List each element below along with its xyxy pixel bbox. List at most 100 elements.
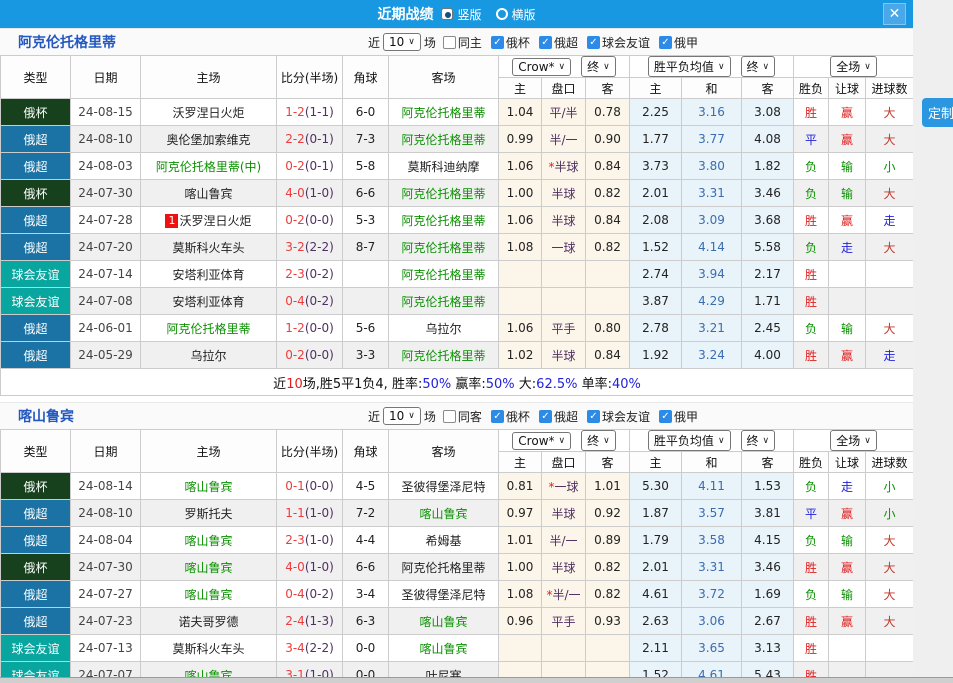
handicap-line	[542, 635, 586, 662]
radio-horizontal-layout[interactable]: 横版	[496, 6, 536, 23]
handicap-home-odds: 1.00	[499, 180, 542, 207]
score: 4-0(1-0)	[277, 554, 343, 581]
chevron-down-icon: ∨	[718, 436, 725, 446]
match-row: 俄超24-07-23诺夫哥罗德2-4(1-3)6-3喀山鲁宾0.96平手0.93…	[1, 608, 914, 635]
avg-draw-odds: 3.31	[682, 554, 742, 581]
away-team-name: 叶尼塞	[425, 669, 461, 678]
league-checkbox-0[interactable]: ✓俄杯	[491, 34, 530, 51]
score: 3-4(2-2)	[277, 635, 343, 662]
same-venue-checkbox[interactable]: 同客	[443, 408, 482, 425]
avg-final-select[interactable]: 终∨	[741, 56, 776, 77]
avg-final-select[interactable]: 终∨	[741, 430, 776, 451]
chevron-down-icon: ∨	[408, 37, 415, 47]
radio-vertical-label: 竖版	[457, 6, 481, 23]
result-goals	[866, 288, 913, 315]
halftime-score: (1-0)	[305, 186, 334, 200]
avg-away-odds: 4.00	[742, 342, 794, 369]
customize-button[interactable]: 定制	[922, 98, 953, 127]
avg-odds-select-value: 胜平负均值	[654, 58, 714, 75]
team-section-0: 阿克伦托格里蒂近10∨场同主✓俄杯✓俄超✓球会友谊✓俄甲类型日期主场比分(半场)…	[0, 28, 913, 396]
league-checkbox-label: 俄甲	[674, 408, 698, 425]
match-row: 俄超24-07-27喀山鲁宾0-4(0-2)3-4圣彼得堡泽尼特1.08*半/一…	[1, 581, 914, 608]
league-checkbox-3[interactable]: ✓俄甲	[659, 34, 698, 51]
corner-score	[343, 288, 389, 315]
league-checkbox-2[interactable]: ✓球会友谊	[587, 34, 650, 51]
avg-home-odds: 2.01	[630, 554, 682, 581]
result-wdl: 胜	[794, 635, 829, 662]
away-team-name: 乌拉尔	[425, 322, 461, 336]
recent-count-select[interactable]: 10∨	[383, 407, 421, 425]
same-venue-checkbox[interactable]: 同主	[443, 34, 482, 51]
subcol-1: 盘口	[542, 78, 586, 99]
close-button[interactable]: ✕	[883, 3, 906, 25]
result-handicap: 赢	[829, 342, 866, 369]
handicap-text: 半球	[551, 507, 575, 521]
avg-home-odds: 1.87	[630, 500, 682, 527]
league-badge: 俄超	[1, 527, 71, 554]
radio-vertical-layout[interactable]: 竖版	[441, 6, 481, 23]
subcol-4: 和	[682, 452, 742, 473]
chevron-down-icon: ∨	[763, 436, 770, 446]
away-team-name: 喀山鲁宾	[419, 507, 467, 521]
result-goals: 大	[866, 527, 913, 554]
match-date: 24-07-08	[71, 288, 141, 315]
handicap-line: 半/一	[542, 527, 586, 554]
col-away: 客场	[389, 430, 499, 473]
avg-away-odds: 4.15	[742, 527, 794, 554]
result-handicap	[829, 662, 866, 678]
handicap-text: 平手	[551, 615, 575, 629]
league-checkbox-0[interactable]: ✓俄杯	[491, 408, 530, 425]
handicap-final-select[interactable]: 终∨	[581, 56, 616, 77]
avg-away-odds: 5.58	[742, 234, 794, 261]
handicap-home-odds	[499, 662, 542, 678]
match-date: 24-07-20	[71, 234, 141, 261]
handicap-away-odds: 0.78	[586, 99, 630, 126]
summary-segment: 50%	[422, 377, 451, 392]
avg-away-odds: 3.46	[742, 554, 794, 581]
match-row: 俄超24-06-01阿克伦托格里蒂1-2(0-0)5-6乌拉尔1.06平手0.8…	[1, 315, 914, 342]
handicap-away-odds: 0.82	[586, 180, 630, 207]
away-team: 阿克伦托格里蒂	[389, 99, 499, 126]
corner-score: 8-7	[343, 234, 389, 261]
league-checkbox-1[interactable]: ✓俄超	[539, 34, 578, 51]
avg-odds-select[interactable]: 胜平负均值∨	[648, 430, 731, 451]
league-checkbox-1[interactable]: ✓俄超	[539, 408, 578, 425]
handicap-away-odds: 0.92	[586, 500, 630, 527]
match-row: 球会友谊24-07-07喀山鲁宾3-1(1-0)0-0叶尼塞1.524.615.…	[1, 662, 914, 678]
handicap-home-odds	[499, 261, 542, 288]
handicap-final-select[interactable]: 终∨	[581, 430, 616, 451]
handicap-home-odds: 1.02	[499, 342, 542, 369]
scope-select[interactable]: 全场∨	[830, 430, 877, 451]
league-checkbox-3[interactable]: ✓俄甲	[659, 408, 698, 425]
avg-draw-odds: 4.29	[682, 288, 742, 315]
games-label: 场	[424, 34, 436, 51]
match-date: 24-07-23	[71, 608, 141, 635]
avg-draw-odds: 3.24	[682, 342, 742, 369]
fulltime-score: 2-2	[285, 132, 305, 146]
subcol-8: 进球数	[866, 452, 913, 473]
away-team-name: 阿克伦托格里蒂	[401, 561, 485, 575]
handicap-line: 半球	[542, 500, 586, 527]
result-wdl: 负	[794, 153, 829, 180]
handicap-text: 半球	[551, 349, 575, 363]
away-team: 阿克伦托格里蒂	[389, 207, 499, 234]
recent-count-select[interactable]: 10∨	[383, 33, 421, 51]
subcol-6: 胜负	[794, 78, 829, 99]
chevron-down-icon: ∨	[763, 62, 770, 72]
league-checkbox-2[interactable]: ✓球会友谊	[587, 408, 650, 425]
handicap-line: 平手	[542, 608, 586, 635]
handicap-away-odds	[586, 635, 630, 662]
result-handicap: 走	[829, 234, 866, 261]
avg-odds-selects: 胜平负均值∨终∨	[630, 56, 793, 77]
avg-odds-select[interactable]: 胜平负均值∨	[648, 56, 731, 77]
halftime-score: (0-1)	[305, 132, 334, 146]
league-badge: 俄超	[1, 207, 71, 234]
score: 1-2(1-1)	[277, 99, 343, 126]
handicap-home-odds: 1.04	[499, 99, 542, 126]
near-label: 近	[368, 34, 380, 51]
avg-away-odds: 1.71	[742, 288, 794, 315]
scope-select[interactable]: 全场∨	[830, 56, 877, 77]
odds-provider-select[interactable]: Crow*∨	[512, 432, 571, 450]
odds-provider-select[interactable]: Crow*∨	[512, 58, 571, 76]
away-team: 阿克伦托格里蒂	[389, 554, 499, 581]
